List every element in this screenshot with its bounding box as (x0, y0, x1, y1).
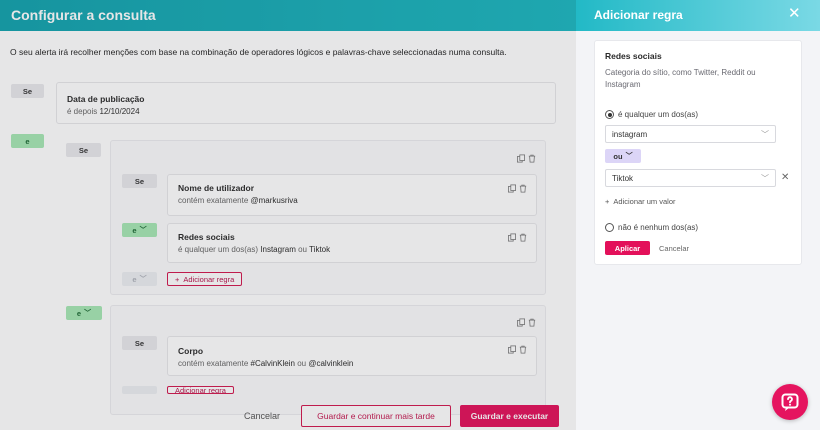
select-value: instagram (612, 129, 648, 139)
add-value-button[interactable]: + Adicionar um valor (605, 197, 676, 206)
help-chat-icon (781, 393, 799, 411)
rule-card-username[interactable]: Nome de utilizador contém exatamente @ma… (167, 174, 537, 216)
rule-value: Tiktok (309, 245, 331, 254)
rule-se-tag: Se (122, 174, 157, 188)
trash-icon[interactable] (519, 345, 527, 354)
chevron-down-icon: ﹀ (761, 174, 769, 183)
rule-actions (508, 345, 527, 354)
rule-value: #CalvinKlein (250, 359, 295, 368)
add-rule-label: Adicionar regra (175, 386, 226, 394)
apply-button[interactable]: Aplicar (605, 241, 650, 255)
chevron-down-icon: ﹀ (139, 276, 147, 283)
trash-icon[interactable] (519, 233, 527, 242)
rule-operator: é qualquer um dos(as) (178, 245, 259, 254)
intro-text: O seu alerta irá recolher menções com ba… (10, 47, 507, 57)
add-rule-button[interactable]: + Adicionar regra (167, 272, 243, 286)
add-rule-label: Adicionar regra (183, 274, 235, 284)
rule-group-2: Se Corpo contém exatamente #CalvinKlein … (110, 305, 546, 415)
group-actions (517, 154, 536, 163)
cancel-button[interactable]: Cancelar (244, 411, 280, 421)
duplicate-icon[interactable] (508, 233, 516, 242)
cancel-rule-button[interactable]: Cancelar (659, 244, 689, 253)
plus-icon: + (605, 197, 610, 206)
duplicate-icon[interactable] (517, 154, 525, 163)
rule-actions (508, 233, 527, 242)
rule-editor-card: Redes sociais Categoria do sítio, como T… (594, 40, 802, 265)
duplicate-icon[interactable] (517, 318, 525, 327)
duplicate-icon[interactable] (508, 184, 516, 193)
rule-value: 12/10/2024 (99, 107, 140, 116)
disabled-operator-tag: e ﹀ (122, 272, 157, 286)
add-value-label: Adicionar um valor (613, 197, 676, 206)
value-select-2[interactable]: Tiktok ﹀ (605, 169, 776, 187)
radio-checked-icon (605, 110, 614, 119)
rule-value: @markusriva (250, 196, 298, 205)
trash-icon[interactable] (528, 154, 536, 163)
or-operator-dropdown[interactable]: ou ﹀ (605, 149, 641, 163)
remove-value-icon[interactable]: ✕ (781, 172, 789, 183)
rule-title: Data de publicação (67, 94, 145, 104)
rule-joiner: ou (297, 359, 307, 368)
rule-title: Nome de utilizador (178, 183, 255, 193)
rule-actions (508, 184, 527, 193)
option-any-radio[interactable]: é qualquer um dos(as) (605, 110, 698, 119)
group-actions (517, 318, 536, 327)
tag-label: e (132, 274, 137, 284)
rule-card-body[interactable]: Corpo contém exatamente #CalvinKlein ou … (167, 336, 537, 376)
drawer-header: Adicionar regra ✕ (576, 0, 820, 31)
tag-label: e (76, 308, 82, 318)
option-any-label: é qualquer um dos(as) (618, 110, 699, 119)
chevron-down-icon: ﹀ (625, 153, 633, 160)
trash-icon[interactable] (528, 318, 536, 327)
rule-title: Corpo (178, 346, 204, 356)
plus-icon: + (175, 274, 180, 284)
drawer-title: Adicionar regra (594, 8, 683, 22)
close-icon[interactable]: ✕ (788, 6, 801, 21)
rule-group-1: Se Nome de utilizador contém exatamente … (110, 140, 546, 295)
rule-and-dropdown[interactable]: e ﹀ (122, 223, 157, 237)
rule-value: @calvinklein (308, 359, 354, 368)
and-operator-tag[interactable]: e (11, 134, 44, 148)
rule-card-publication-date[interactable]: Data de publicação é depois 12/10/2024 (56, 82, 556, 124)
or-label: ou (613, 151, 623, 161)
rule-title: Redes sociais (178, 232, 235, 242)
root-se-tag: Se (11, 84, 44, 98)
page-title: Configurar a consulta (11, 7, 156, 23)
rule-summary: é depois 12/10/2024 (67, 107, 144, 116)
tag-label: e (132, 225, 137, 235)
save-later-button[interactable]: Guardar e continuar mais tarde (301, 405, 451, 427)
select-value: Tiktok (612, 173, 634, 183)
radio-unchecked-icon (605, 223, 614, 232)
trash-icon[interactable] (519, 184, 527, 193)
rule-operator: é depois (67, 107, 98, 116)
rule-operator: contém exatamente (178, 359, 249, 368)
rule-operator: contém exatamente (178, 196, 249, 205)
rule-summary: contém exatamente #CalvinKlein ou @calvi… (178, 359, 353, 368)
chevron-down-icon: ﹀ (139, 227, 147, 234)
add-rule-button[interactable]: Adicionar regra (167, 386, 234, 394)
rule-joiner: ou (298, 245, 307, 254)
help-chat-button[interactable] (772, 384, 808, 420)
rule-card-social-networks[interactable]: Redes sociais é qualquer um dos(as) Inst… (167, 223, 537, 263)
option-none-label: não é nenhum dos(as) (618, 223, 699, 232)
query-config-panel: Configurar a consulta O seu alerta irá r… (0, 0, 576, 430)
rule-editor-description: Categoria do sítio, como Twitter, Reddit… (605, 68, 756, 89)
value-select-1[interactable]: instagram ﹀ (605, 125, 776, 143)
save-and-run-button[interactable]: Guardar e executar (460, 405, 559, 427)
chevron-down-icon: ﹀ (84, 310, 92, 317)
chevron-down-icon: ﹀ (761, 130, 769, 139)
group-and-dropdown[interactable]: e ﹀ (66, 306, 102, 320)
option-none-radio[interactable]: não é nenhum dos(as) (605, 223, 698, 232)
disabled-operator-tag (122, 386, 157, 394)
rule-editor-title: Redes sociais (605, 51, 662, 61)
rule-se-tag: Se (122, 336, 157, 350)
duplicate-icon[interactable] (508, 345, 516, 354)
group-se-tag: Se (66, 143, 101, 157)
query-config-header: Configurar a consulta (0, 0, 576, 31)
rule-value: Instagram (260, 245, 296, 254)
rule-summary: é qualquer um dos(as) Instagram ou Tikto… (178, 245, 330, 254)
rule-summary: contém exatamente @markusriva (178, 196, 298, 205)
add-rule-drawer: Adicionar regra ✕ Redes sociais Categori… (576, 0, 820, 430)
